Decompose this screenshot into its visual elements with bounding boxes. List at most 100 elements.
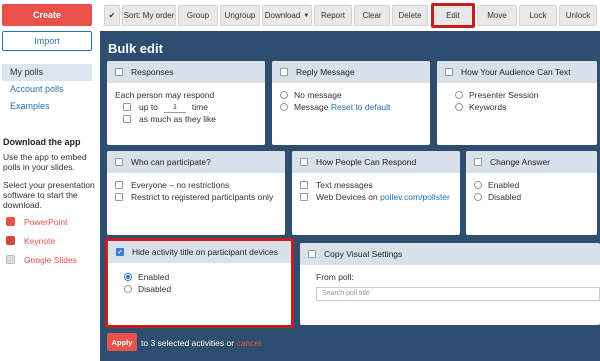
edit-button[interactable]: Edit [431,3,475,28]
card-title: Hide activity title on participant devic… [132,247,278,257]
change-answer-checkbox[interactable] [474,158,482,166]
app-item-google-slides[interactable]: Google Slides [6,250,77,269]
hide-enabled-radio[interactable] [124,273,132,281]
pollev-link[interactable]: pollev.com/pollster [380,192,450,202]
copy-visual-checkbox[interactable] [308,250,316,258]
sidebar-nav: My polls Account polls Examples [2,64,92,115]
hide-title-card: ✔ Hide activity title on participant dev… [105,238,294,328]
select-all-button[interactable]: ✔ [104,5,120,26]
who-can-participate-card: Who can participate? Everyone – no restr… [107,151,285,235]
app-label: PowerPoint [24,216,68,227]
app-download-list: PowerPoint Keynote Google Slides [6,212,77,269]
card-title: Reply Message [296,67,355,77]
card-header: Reply Message [272,61,430,83]
ungroup-button[interactable]: Ungroup [220,5,260,26]
card-header: Responses [107,61,265,83]
hide-title-checkbox[interactable]: ✔ [116,248,124,256]
sidebar: Create Import My polls Account polls Exa… [0,0,100,361]
card-header: Copy Visual Settings [300,243,600,265]
response-count-input[interactable]: 1 [163,102,186,113]
reset-default-link[interactable]: Reset to default [331,102,391,112]
each-person-label: Each person may respond [115,90,215,100]
keynote-icon [6,236,15,245]
clear-button[interactable]: Clear [354,5,390,26]
card-header: Who can participate? [107,151,285,173]
restrict-label: Restrict to registered participants only [131,192,274,202]
up-to-label: up to [139,102,158,112]
keywords-radio[interactable] [455,103,463,111]
enabled-label: Enabled [488,180,520,190]
sidebar-item-my-polls[interactable]: My polls [2,64,92,81]
card-title: How Your Audience Can Text [461,67,571,77]
sidebar-item-examples[interactable]: Examples [2,98,92,115]
card-header: How People Can Respond [292,151,460,173]
who-can-participate-checkbox[interactable] [115,158,123,166]
apply-summary: to 3 selected activities or cancel [141,338,261,348]
web-devices-label: Web Devices on [316,192,378,202]
time-label: time [191,102,208,112]
audience-text-card: How Your Audience Can Text Presenter Ses… [437,61,597,145]
import-button[interactable]: Import [2,31,92,51]
as-much-checkbox[interactable] [123,115,131,123]
disabled-label: Disabled [488,192,522,202]
reply-message-checkbox[interactable] [280,68,288,76]
download-label: Download [264,11,301,20]
chevron-down-icon: ▼ [303,12,310,19]
bulk-edit-panel: Bulk edit Responses Each person may resp… [100,31,600,361]
no-message-radio[interactable] [280,91,288,99]
group-button[interactable]: Group [178,5,218,26]
apply-summary-text: to 3 selected activities or [141,338,235,348]
card-title: Copy Visual Settings [324,249,403,259]
search-poll-input[interactable]: Search poll title [316,287,600,301]
move-button[interactable]: Move [477,5,517,26]
download-button[interactable]: Download ▼ [262,5,312,26]
up-to-checkbox[interactable] [123,103,131,111]
app-label: Google Slides [24,254,77,265]
app-item-powerpoint[interactable]: PowerPoint [6,212,77,231]
change-enabled-radio[interactable] [474,181,482,189]
cancel-link[interactable]: cancel [236,338,261,348]
restrict-checkbox[interactable] [115,193,123,201]
app-item-keynote[interactable]: Keynote [6,231,77,250]
disabled-label: Disabled [138,284,172,294]
how-people-respond-checkbox[interactable] [300,158,308,166]
google-slides-icon [6,255,15,264]
download-app-title: Download the app [3,137,81,147]
hide-disabled-radio[interactable] [124,285,132,293]
enabled-label: Enabled [138,272,170,282]
card-title: How People Can Respond [316,157,417,167]
everyone-label: Everyone – no restrictions [131,180,230,190]
sidebar-item-account-polls[interactable]: Account polls [2,81,92,98]
audience-text-checkbox[interactable] [445,68,453,76]
keywords-label: Keywords [469,102,507,112]
web-devices-checkbox[interactable] [300,193,308,201]
message-radio[interactable] [280,103,288,111]
card-title: Change Answer [490,157,551,167]
how-people-respond-card: How People Can Respond Text messages Web… [292,151,460,235]
card-header: ✔ Hide activity title on participant dev… [108,241,291,263]
lock-button[interactable]: Lock [519,5,557,26]
card-title: Responses [131,67,174,77]
presenter-session-label: Presenter Session [469,90,539,100]
change-disabled-radio[interactable] [474,193,482,201]
responses-checkbox[interactable] [115,68,123,76]
download-app-text: Use the app to embed polls in your slide… [3,152,87,172]
unlock-button[interactable]: Unlock [559,5,597,26]
create-button[interactable]: Create [2,4,92,26]
check-icon: ✔ [108,11,116,20]
page-title: Bulk edit [108,41,163,56]
sort-button[interactable]: Sort: My order [122,5,176,26]
responses-card: Responses Each person may respond up to … [107,61,265,145]
app-label: Keynote [24,235,56,246]
reply-message-card: Reply Message No message Message Reset t… [272,61,430,145]
apply-button[interactable]: Apply [107,333,137,351]
everyone-checkbox[interactable] [115,181,123,189]
delete-button[interactable]: Delete [392,5,428,26]
text-messages-label: Text messages [316,180,373,190]
text-messages-checkbox[interactable] [300,181,308,189]
powerpoint-icon [6,217,15,226]
report-button[interactable]: Report [314,5,352,26]
card-header: How Your Audience Can Text [437,61,597,83]
presenter-session-radio[interactable] [455,91,463,99]
from-poll-label: From poll: [316,272,354,282]
